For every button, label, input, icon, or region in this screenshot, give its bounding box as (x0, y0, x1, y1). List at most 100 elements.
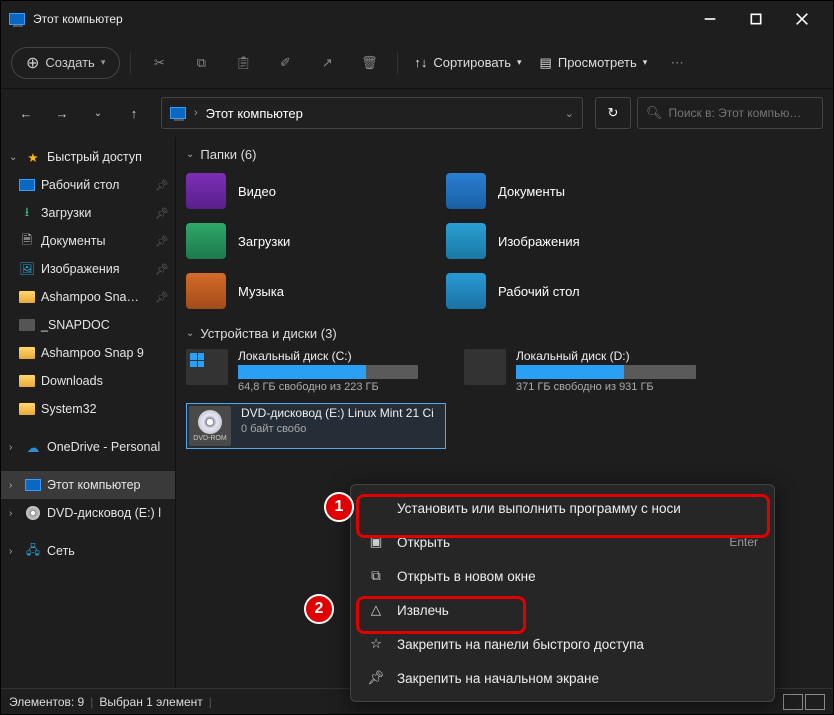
pin-icon: 📌︎ (155, 291, 169, 304)
disc-icon (26, 506, 40, 520)
eject-icon: △ (367, 602, 385, 618)
dvd-sub: 0 байт свобо (241, 423, 443, 435)
folder-item[interactable]: Документы (446, 170, 706, 212)
ctx-open-new[interactable]: ⧉ Открыть в новом окне (357, 559, 768, 593)
folder-label: Видео (238, 184, 276, 199)
breadcrumb[interactable]: Этот компьютер (206, 106, 303, 121)
plus-icon: ⊕ (26, 53, 39, 73)
folder-icon (446, 173, 486, 209)
ctx-pin-start[interactable]: 📌︎ Закрепить на начальном экране (357, 661, 768, 695)
ctx-install[interactable]: Установить или выполнить программу с нос… (357, 491, 768, 525)
new-button[interactable]: ⊕ Создать ▾ (11, 47, 120, 79)
sort-button[interactable]: ↑↓ Сортировать ▾ (408, 45, 527, 81)
back-button[interactable]: ← (11, 98, 41, 128)
address-bar[interactable]: › Этот компьютер ⌄ (161, 97, 583, 129)
sidebar-item-pictures[interactable]: 🖼︎Изображения📌︎ (1, 255, 175, 283)
group-folders[interactable]: ⌄Папки (6) (186, 147, 823, 162)
folder-icon (446, 273, 486, 309)
search-input[interactable] (669, 106, 814, 120)
drive-usage-bar (238, 365, 418, 379)
share-icon[interactable]: ↗ (309, 45, 345, 81)
folder-item[interactable]: Музыка (186, 270, 446, 312)
folder-item[interactable]: Изображения (446, 220, 706, 262)
ctx-eject[interactable]: △ Извлечь (357, 593, 768, 627)
close-button[interactable] (779, 3, 825, 35)
folder-label: Рабочий стол (498, 284, 580, 299)
dvd-name: DVD-дисковод (E:) Linux Mint 21 Ci (241, 406, 443, 421)
refresh-button[interactable]: ↻ (595, 97, 631, 129)
sidebar-this-pc[interactable]: ›Этот компьютер (1, 471, 175, 499)
shortcut-label: Enter (729, 535, 758, 549)
search-icon: 🔍︎ (646, 105, 663, 121)
address-icon (170, 107, 186, 119)
titlebar: Этот компьютер (1, 1, 833, 37)
rename-icon[interactable]: ✐ (267, 45, 303, 81)
dvd-drive-item[interactable]: DVD-ROM DVD-дисковод (E:) Linux Mint 21 … (186, 403, 446, 449)
pin-icon: 📌︎ (155, 179, 169, 192)
folder-label: Музыка (238, 284, 284, 299)
sidebar-item-documents[interactable]: 🗎Документы📌︎ (1, 227, 175, 255)
more-button[interactable]: ⋯ (659, 45, 695, 81)
sidebar-item-downloads[interactable]: ⭳Загрузки📌︎ (1, 199, 175, 227)
minimize-button[interactable] (687, 3, 733, 35)
ctx-pin-quick[interactable]: ☆ Закрепить на панели быстрого доступа (357, 627, 768, 661)
drive-usage-bar (516, 365, 696, 379)
toolbar: ⊕ Создать ▾ ✂ ⧉ 📋︎ ✐ ↗ 🗑︎ ↑↓ Сортировать… (1, 37, 833, 89)
sidebar-item-system32[interactable]: System32 (1, 395, 175, 423)
pin-icon: 📌︎ (155, 207, 169, 220)
view-icon: ▤ (540, 55, 552, 71)
large-view-icon[interactable] (805, 694, 825, 710)
copy-icon[interactable]: ⧉ (183, 45, 219, 81)
sidebar-item-desktop[interactable]: Рабочий стол📌︎ (1, 171, 175, 199)
folder-item[interactable]: Рабочий стол (446, 270, 706, 312)
chevron-down-icon[interactable]: ⌄ (565, 107, 574, 120)
cut-icon[interactable]: ✂ (141, 45, 177, 81)
chevron-right-icon: › (9, 480, 19, 491)
pin-icon: 📌︎ (155, 235, 169, 248)
folder-item[interactable]: Видео (186, 170, 446, 212)
paste-icon[interactable]: 📋︎ (225, 45, 261, 81)
sidebar-quick-access[interactable]: ⌄ ★ Быстрый доступ (1, 143, 175, 171)
sidebar-item-ashampoo[interactable]: Ashampoo Sna…📌︎ (1, 283, 175, 311)
view-button[interactable]: ▤ Просмотреть ▾ (534, 45, 654, 81)
maximize-button[interactable] (733, 3, 779, 35)
chevron-down-icon: ⌄ (9, 152, 19, 163)
sidebar-network[interactable]: ›🖧︎Сеть (1, 537, 175, 565)
sidebar-onedrive[interactable]: ›☁OneDrive - Personal (1, 433, 175, 461)
folder-item[interactable]: Загрузки (186, 220, 446, 262)
sidebar: ⌄ ★ Быстрый доступ Рабочий стол📌︎ ⭳Загру… (1, 137, 176, 688)
drive-name: Локальный диск (D:) (516, 349, 724, 363)
sidebar-dvd[interactable]: ›DVD-дисковод (E:) l (1, 499, 175, 527)
group-drives[interactable]: ⌄Устройства и диски (3) (186, 326, 823, 341)
window-title: Этот компьютер (33, 12, 123, 26)
sidebar-item-ashampoo9[interactable]: Ashampoo Snap 9 (1, 339, 175, 367)
chevron-right-icon: › (194, 107, 198, 119)
annotation-badge-2: 2 (304, 594, 334, 624)
star-icon: ☆ (367, 636, 385, 652)
sort-icon: ↑↓ (414, 55, 427, 70)
ctx-open[interactable]: ▣ Открыть Enter (357, 525, 768, 559)
folder-icon (186, 273, 226, 309)
sidebar-item-downloads2[interactable]: Downloads (1, 367, 175, 395)
status-count: Элементов: 9 (9, 695, 84, 709)
folder-label: Загрузки (238, 234, 290, 249)
delete-icon[interactable]: 🗑︎ (351, 45, 387, 81)
forward-button[interactable]: → (47, 98, 77, 128)
recent-button[interactable]: ⌄ (83, 98, 113, 128)
star-icon: ★ (25, 150, 41, 164)
new-label: Создать (45, 55, 94, 70)
search-box[interactable]: 🔍︎ (637, 97, 823, 129)
pin-icon: 📌︎ (155, 263, 169, 276)
context-menu: Установить или выполнить программу с нос… (350, 484, 775, 702)
folder-icon (446, 223, 486, 259)
up-button[interactable]: ↑ (119, 98, 149, 128)
drive-item[interactable]: Локальный диск (D:) 371 ГБ свободно из 9… (464, 349, 724, 393)
details-view-icon[interactable] (783, 694, 803, 710)
folder-label: Документы (498, 184, 565, 199)
drive-item[interactable]: Локальный диск (C:) 64,8 ГБ свободно из … (186, 349, 446, 393)
drive-free: 64,8 ГБ свободно из 223 ГБ (238, 381, 446, 393)
drive-icon (186, 349, 228, 385)
drive-icon (464, 349, 506, 385)
annotation-badge-1: 1 (324, 492, 354, 522)
sidebar-item-snapdoc[interactable]: _SNAPDOC (1, 311, 175, 339)
